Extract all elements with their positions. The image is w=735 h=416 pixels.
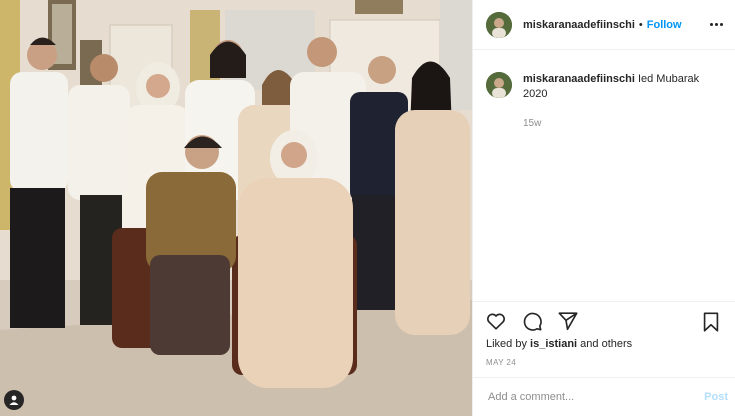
caption-avatar[interactable]: [486, 72, 512, 98]
caption-username[interactable]: miskaranaadefiinschi: [523, 73, 635, 85]
likes-prefix: Liked by: [486, 338, 531, 350]
heart-icon[interactable]: [485, 310, 507, 332]
bookmark-icon[interactable]: [700, 311, 722, 333]
share-icon[interactable]: [557, 310, 579, 332]
more-options-icon[interactable]: [710, 19, 723, 30]
post-date[interactable]: MAY 24: [486, 358, 516, 367]
username-link[interactable]: miskaranaadefiinschi: [523, 19, 635, 31]
post-caption: miskaranaadefiinschi Ied Mubarak 2020 15…: [473, 50, 735, 131]
tagged-user-icon[interactable]: [4, 390, 24, 410]
post-comment-button[interactable]: Post: [704, 391, 728, 403]
comment-input[interactable]: [486, 390, 705, 404]
post-sidebar: miskaranaadefiinschi • Follow miskaranaa…: [472, 0, 735, 416]
avatar-image: [486, 11, 512, 38]
comment-bar: Post: [473, 377, 735, 416]
likes-summary: Liked by is_istiani and others: [486, 338, 632, 350]
action-bar: [473, 301, 735, 341]
separator-dot: •: [638, 18, 643, 31]
post-header: miskaranaadefiinschi • Follow: [473, 0, 735, 50]
family-photo-illustration: [0, 0, 472, 416]
likes-others[interactable]: and others: [577, 338, 632, 350]
comment-icon[interactable]: [521, 310, 543, 332]
liked-by-user[interactable]: is_istiani: [530, 338, 577, 350]
post-photo[interactable]: [0, 0, 472, 416]
avatar[interactable]: [486, 11, 512, 38]
user-silhouette-icon: [9, 395, 19, 405]
caption-body: miskaranaadefiinschi Ied Mubarak 2020 15…: [523, 72, 723, 131]
follow-button[interactable]: Follow: [647, 19, 682, 31]
avatar-image: [486, 72, 512, 98]
time-ago[interactable]: 15w: [523, 116, 723, 131]
